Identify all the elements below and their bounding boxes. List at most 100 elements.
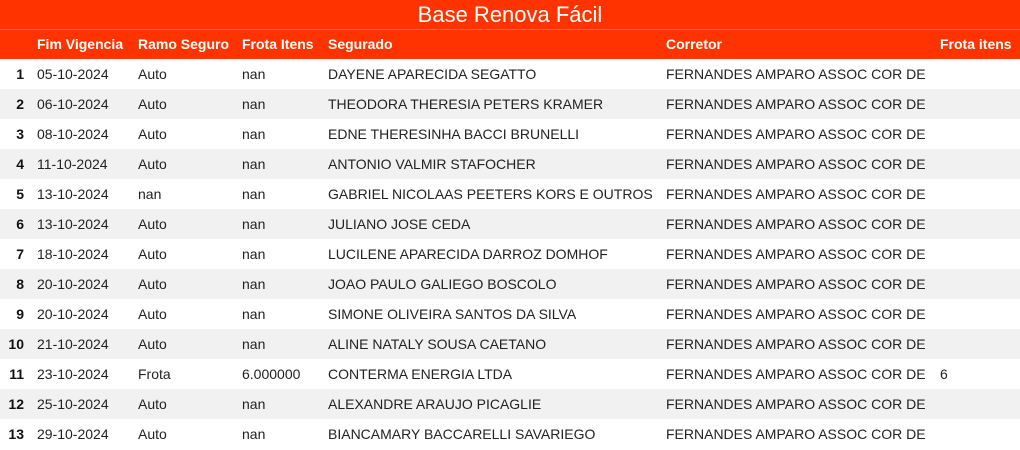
cell-corretor: FERNANDES AMPARO ASSOC COR DE	[666, 126, 926, 142]
cell-segurado: GABRIEL NICOLAAS PEETERS KORS E OUTROS	[328, 186, 653, 202]
cell-segurado: THEODORA THERESIA PETERS KRAMER	[328, 96, 604, 112]
column-header-ramo-seguro[interactable]: Ramo Seguro	[138, 30, 234, 59]
cell-ramo-seguro: nan	[138, 186, 162, 202]
cell-segurado: BIANCAMARY BACCARELLI SAVARIEGO	[328, 426, 596, 442]
cell-frota-itens-2	[940, 179, 1016, 209]
cell-corretor: FERNANDES AMPARO ASSOC COR DE	[666, 96, 926, 112]
cell-ramo-seguro: Auto	[138, 396, 167, 412]
cell-frota-itens: nan	[242, 126, 266, 142]
table-row[interactable]: 13 29-10-2024 Auto nan BIANCAMARY BACCARELLI…	[0, 419, 1020, 449]
cell-frota-itens-2	[940, 89, 1016, 119]
cell-fim-vigencia: 23-10-2024	[37, 366, 109, 382]
table-row[interactable]: 9 20-10-2024 Auto nan SIMONE OLIVEIRA SANTOS…	[0, 299, 1020, 329]
cell-fim-vigencia: 05-10-2024	[37, 66, 109, 82]
column-header-frota-itens-2[interactable]: Frota itens	[940, 30, 1016, 59]
cell-frota-itens: nan	[242, 156, 266, 172]
cell-frota-itens: nan	[242, 426, 266, 442]
row-index: 2	[16, 96, 24, 112]
cell-ramo-seguro: Auto	[138, 426, 167, 442]
table-row[interactable]: 8 20-10-2024 Auto nan JOAO PAULO GALIEGO BOS…	[0, 269, 1020, 299]
cell-frota-itens-2	[940, 239, 1016, 269]
cell-segurado: ALINE NATALY SOUSA CAETANO	[328, 336, 547, 352]
row-index: 5	[16, 186, 24, 202]
table-row[interactable]: 5 13-10-2024 nan nan GABRIEL NICOLAAS PEETER…	[0, 179, 1020, 209]
cell-corretor: FERNANDES AMPARO ASSOC COR DE	[666, 366, 926, 382]
cell-ramo-seguro: Auto	[138, 276, 167, 292]
cell-ramo-seguro: Auto	[138, 156, 167, 172]
table-row[interactable]: 2 06-10-2024 Auto nan THEODORA THERESIA PETE…	[0, 89, 1020, 119]
cell-corretor: FERNANDES AMPARO ASSOC COR DE	[666, 156, 926, 172]
column-header-fim-vigencia[interactable]: Fim Vigencia	[37, 30, 129, 59]
cell-segurado: EDNE THERESINHA BACCI BRUNELLI	[328, 126, 580, 142]
cell-segurado: SIMONE OLIVEIRA SANTOS DA SILVA	[328, 306, 577, 322]
row-index: 4	[16, 156, 24, 172]
cell-ramo-seguro: Auto	[138, 336, 167, 352]
row-index: 8	[16, 276, 24, 292]
cell-segurado: DAYENE APARECIDA SEGATTO	[328, 66, 537, 82]
cell-ramo-seguro: Auto	[138, 126, 167, 142]
cell-segurado: CONTERMA ENERGIA LTDA	[328, 366, 513, 382]
cell-corretor: FERNANDES AMPARO ASSOC COR DE	[666, 306, 926, 322]
cell-corretor: FERNANDES AMPARO ASSOC COR DE	[666, 246, 926, 262]
table-row[interactable]: 1 05-10-2024 Auto nan DAYENE APARECIDA SEGAT…	[0, 59, 1020, 89]
cell-corretor: FERNANDES AMPARO ASSOC COR DE	[666, 276, 926, 292]
table-row[interactable]: 6 13-10-2024 Auto nan JULIANO JOSE CEDA FERNA…	[0, 209, 1020, 239]
row-index: 11	[9, 366, 24, 382]
cell-fim-vigencia: 06-10-2024	[37, 96, 109, 112]
row-index: 13	[8, 426, 24, 442]
cell-fim-vigencia: 13-10-2024	[37, 216, 109, 232]
row-index: 3	[16, 126, 24, 142]
row-index: 12	[8, 396, 24, 412]
cell-corretor: FERNANDES AMPARO ASSOC COR DE	[666, 336, 926, 352]
cell-corretor: FERNANDES AMPARO ASSOC COR DE	[666, 216, 926, 232]
cell-frota-itens-2	[940, 269, 1016, 299]
row-index: 10	[8, 336, 24, 352]
cell-frota-itens-2	[940, 299, 1016, 329]
table-row[interactable]: 7 18-10-2024 Auto nan LUCILENE APARECIDA DAR…	[0, 239, 1020, 269]
cell-fim-vigencia: 13-10-2024	[37, 186, 109, 202]
table-body: 1 05-10-2024 Auto nan DAYENE APARECIDA SEGAT…	[0, 59, 1020, 449]
cell-frota-itens-2	[940, 119, 1016, 149]
cell-frota-itens: nan	[242, 186, 266, 202]
cell-ramo-seguro: Auto	[138, 66, 167, 82]
table-title: Base Renova Fácil	[0, 0, 1020, 29]
cell-segurado: JOAO PAULO GALIEGO BOSCOLO	[328, 276, 557, 292]
cell-fim-vigencia: 29-10-2024	[37, 426, 109, 442]
cell-fim-vigencia: 25-10-2024	[37, 396, 109, 412]
column-header-segurado[interactable]: Segurado	[328, 30, 658, 59]
cell-ramo-seguro: Auto	[138, 96, 167, 112]
row-index: 6	[16, 216, 24, 232]
cell-corretor: FERNANDES AMPARO ASSOC COR DE	[666, 66, 926, 82]
cell-segurado: LUCILENE APARECIDA DARROZ DOMHOF	[328, 246, 608, 262]
cell-fim-vigencia: 20-10-2024	[37, 306, 109, 322]
table-row[interactable]: 4 11-10-2024 Auto nan ANTONIO VALMIR STAFOCH…	[0, 149, 1020, 179]
cell-frota-itens: nan	[242, 66, 266, 82]
table-row[interactable]: 12 25-10-2024 Auto nan ALEXANDRE ARAUJO PICA…	[0, 389, 1020, 419]
cell-fim-vigencia: 11-10-2024	[37, 156, 108, 172]
cell-corretor: FERNANDES AMPARO ASSOC COR DE	[666, 426, 926, 442]
table-header-row: Fim Vigencia Ramo Seguro Frota Itens Seg…	[0, 29, 1020, 59]
column-header-frota-itens[interactable]: Frota Itens	[242, 30, 322, 59]
cell-frota-itens: nan	[242, 336, 266, 352]
cell-frota-itens: nan	[242, 216, 266, 232]
row-index: 7	[16, 246, 24, 262]
cell-frota-itens-2	[940, 59, 1016, 89]
table-row[interactable]: 3 08-10-2024 Auto nan EDNE THERESINHA BACCI …	[0, 119, 1020, 149]
cell-frota-itens-2	[940, 149, 1016, 179]
cell-frota-itens-2	[940, 419, 1016, 449]
cell-ramo-seguro: Auto	[138, 246, 167, 262]
cell-ramo-seguro: Frota	[138, 366, 171, 382]
cell-fim-vigencia: 20-10-2024	[37, 276, 109, 292]
cell-segurado: ALEXANDRE ARAUJO PICAGLIE	[328, 396, 542, 412]
table-row[interactable]: 10 21-10-2024 Auto nan ALINE NATALY SOUSA CA…	[0, 329, 1020, 359]
cell-frota-itens-2: 6	[940, 366, 948, 382]
table-container: Base Renova Fácil Fim Vigencia Ramo Segu…	[0, 0, 1020, 450]
cell-frota-itens: nan	[242, 396, 266, 412]
row-index: 1	[16, 66, 24, 82]
cell-segurado: JULIANO JOSE CEDA	[328, 216, 471, 232]
cell-fim-vigencia: 21-10-2024	[37, 336, 109, 352]
table-row[interactable]: 11 23-10-2024 Frota 6.000000 CONTERMA ENERGI…	[0, 359, 1020, 389]
cell-frota-itens: nan	[242, 246, 266, 262]
cell-corretor: FERNANDES AMPARO ASSOC COR DE	[666, 186, 926, 202]
column-header-corretor[interactable]: Corretor	[666, 30, 928, 59]
